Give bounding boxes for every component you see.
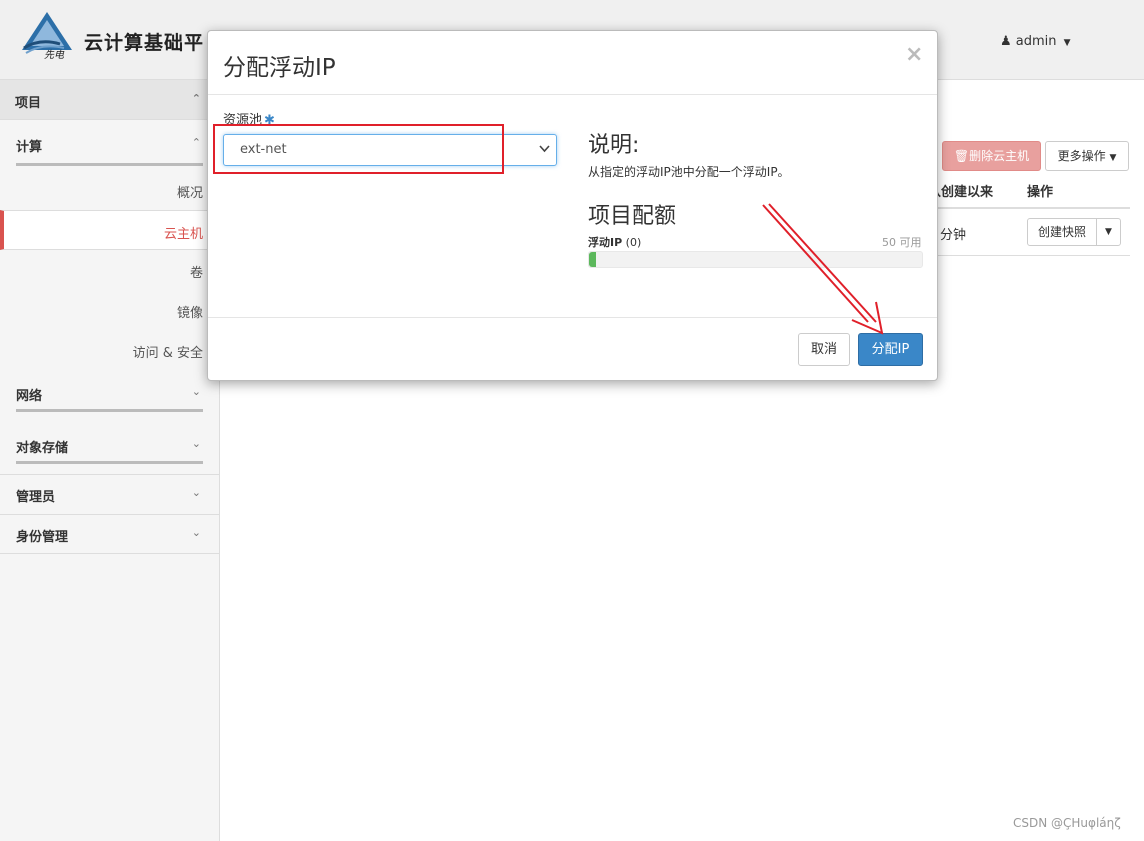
watermark: CSDN @ÇHuφláηζ <box>1013 816 1121 830</box>
sidebar-item-instances[interactable]: 云主机 <box>0 210 219 250</box>
caret-down-icon: ▼ <box>1063 38 1071 48</box>
quota-count: (0) <box>625 236 642 249</box>
cancel-button[interactable]: 取消 <box>798 333 850 366</box>
sidebar-object-storage-label: 对象存储 <box>16 441 69 456</box>
divider <box>16 163 203 166</box>
sidebar-network[interactable]: 网络 ⌄ <box>0 370 219 422</box>
sidebar-project[interactable]: 项目 ⌃ <box>0 80 219 120</box>
chevron-up-icon: ⌃ <box>191 92 201 105</box>
trash-icon: 🗑 <box>953 149 970 163</box>
quota-available: 50 可用 <box>882 236 922 249</box>
chevron-down-icon <box>539 145 550 153</box>
sidebar-item-access-security[interactable]: 访问 & 安全 <box>0 330 219 370</box>
divider <box>16 461 203 464</box>
sidebar-identity[interactable]: 身份管理 ⌄ <box>0 514 219 554</box>
sidebar-item-volumes[interactable]: 卷 <box>0 250 219 290</box>
more-actions-button[interactable]: 更多操作 ▼ <box>1045 141 1129 171</box>
create-snapshot-button[interactable]: 创建快照 <box>1027 218 1097 246</box>
description-heading: 说明: <box>588 133 640 158</box>
divider <box>16 409 203 412</box>
dialog-footer-divider <box>208 317 937 318</box>
sidebar-compute-label: 计算 <box>16 140 43 155</box>
table-divider <box>920 255 1130 256</box>
more-actions-label: 更多操作 <box>1057 149 1106 163</box>
logo-icon: 先电 <box>22 12 72 60</box>
table-cell-time: 分钟 <box>940 228 967 243</box>
quota-progress-bar <box>588 251 923 268</box>
chevron-up-icon: ⌃ <box>191 136 201 149</box>
highlight-box <box>213 124 504 174</box>
sidebar-admin[interactable]: 管理员 ⌄ <box>0 474 219 514</box>
user-menu[interactable]: ♟ admin ▼ <box>1000 34 1071 49</box>
quota-progress-fill <box>589 252 596 267</box>
svg-text:先电: 先电 <box>44 49 65 60</box>
chevron-down-icon: ⌄ <box>191 385 201 398</box>
column-header-actions: 操作 <box>1027 185 1054 200</box>
quota-name: 浮动IP <box>588 236 623 249</box>
sidebar: 项目 ⌃ 计算 ⌃ 概况 云主机 卷 镜像 访问 & 安全 网络 ⌄ 对象存储 … <box>0 80 220 841</box>
delete-instance-button[interactable]: 🗑删除云主机 <box>942 141 1041 171</box>
caret-down-icon: ▼ <box>1109 153 1117 163</box>
sidebar-object-storage[interactable]: 对象存储 ⌄ <box>0 422 219 474</box>
sidebar-item-overview[interactable]: 概况 <box>0 170 219 210</box>
sidebar-compute[interactable]: 计算 ⌃ <box>0 120 219 166</box>
sidebar-admin-label: 管理员 <box>16 490 56 505</box>
chevron-down-icon: ⌄ <box>191 526 201 539</box>
dialog-title: 分配浮动IP <box>223 55 336 81</box>
allocate-ip-button[interactable]: 分配IP <box>858 333 923 366</box>
caret-down-icon[interactable]: ▼ <box>1096 218 1121 246</box>
user-icon: ♟ <box>1000 34 1012 49</box>
user-name: admin <box>1015 34 1057 49</box>
quota-label: 浮动IP (0) <box>588 234 641 250</box>
sidebar-item-images[interactable]: 镜像 <box>0 290 219 330</box>
sidebar-project-label: 项目 <box>15 96 42 111</box>
chevron-down-icon: ⌄ <box>191 486 201 499</box>
quota-heading: 项目配额 <box>588 204 677 229</box>
dialog-header: 分配浮动IP × <box>208 31 937 95</box>
table-divider <box>920 207 1130 209</box>
chevron-down-icon: ⌄ <box>191 437 201 450</box>
close-icon[interactable]: × <box>905 42 923 67</box>
sidebar-identity-label: 身份管理 <box>16 530 69 545</box>
brand-title: 云计算基础平 <box>84 32 205 54</box>
allocate-floating-ip-dialog: 分配浮动IP × 资源池 ✱ ext-net 说明: 从指定的浮动IP池中分配一个… <box>207 30 938 381</box>
description-text: 从指定的浮动IP池中分配一个浮动IP。 <box>588 165 790 179</box>
sidebar-network-label: 网络 <box>16 389 43 404</box>
delete-instance-label: 删除云主机 <box>969 149 1030 163</box>
